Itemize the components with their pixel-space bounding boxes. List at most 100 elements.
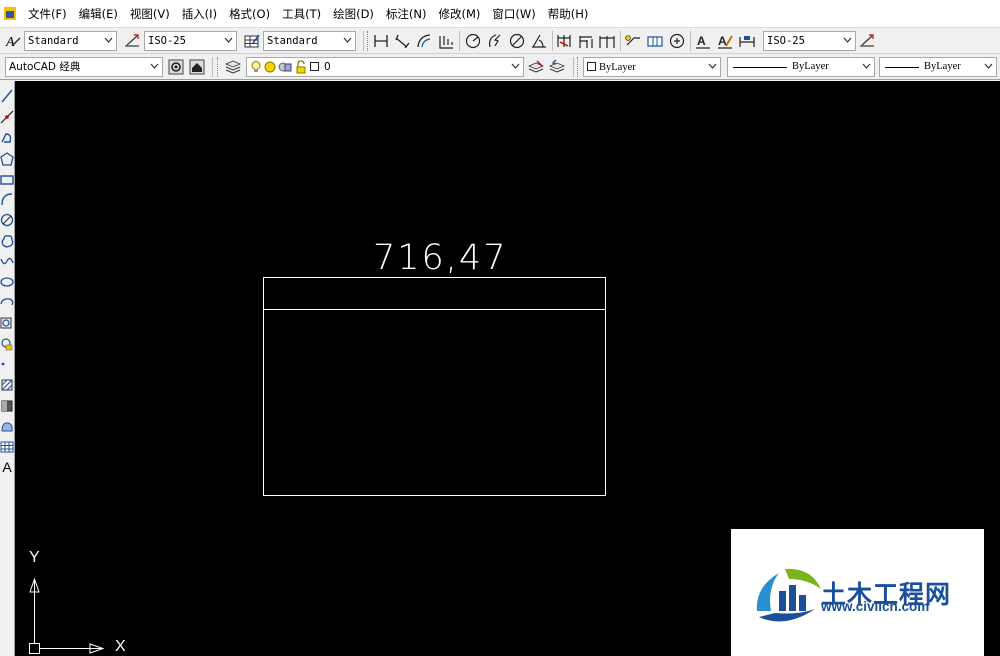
polyline-icon[interactable] bbox=[0, 130, 14, 146]
polygon-icon[interactable] bbox=[0, 151, 14, 167]
menu-view[interactable]: 视图(V) bbox=[124, 3, 176, 25]
diameter-dimension-icon[interactable] bbox=[508, 32, 526, 50]
ellipse-arc-icon[interactable] bbox=[0, 295, 14, 311]
toolbar-separator bbox=[690, 31, 691, 51]
toolbar-grip[interactable] bbox=[217, 57, 220, 77]
dimension-text-edit-icon[interactable]: A bbox=[716, 32, 734, 50]
angular-dimension-icon[interactable] bbox=[530, 32, 548, 50]
linetype-control-select[interactable]: ByLayer bbox=[727, 57, 875, 77]
menu-file[interactable]: 文件(F) bbox=[22, 3, 73, 25]
menu-insert[interactable]: 插入(I) bbox=[176, 3, 223, 25]
menu-format[interactable]: 格式(O) bbox=[223, 3, 276, 25]
my-workspace-icon[interactable] bbox=[188, 58, 206, 76]
circle-icon[interactable] bbox=[0, 212, 14, 228]
layer-properties-icon[interactable] bbox=[224, 58, 242, 76]
toolbar-grip[interactable] bbox=[577, 57, 580, 77]
layer-lock-icon bbox=[295, 60, 307, 76]
point-icon[interactable] bbox=[0, 356, 14, 372]
rectangle-outline[interactable] bbox=[263, 277, 606, 496]
radius-dimension-icon[interactable] bbox=[464, 32, 482, 50]
toolbar-separator bbox=[573, 57, 574, 77]
menu-bar: 文件(F) 编辑(E) 视图(V) 插入(I) 格式(O) 工具(T) 绘图(D… bbox=[0, 0, 1000, 28]
rectangle-icon[interactable] bbox=[0, 172, 14, 188]
color-swatch bbox=[587, 62, 596, 71]
table-style-icon[interactable] bbox=[243, 32, 261, 50]
layer-previous-icon[interactable] bbox=[548, 58, 566, 76]
dimension-edit-icon[interactable]: A bbox=[694, 32, 712, 50]
ucs-x-label: X bbox=[115, 638, 126, 655]
menu-dimension[interactable]: 标注(N) bbox=[380, 3, 433, 25]
ucs-icon bbox=[29, 577, 105, 654]
quick-leader-icon[interactable] bbox=[624, 32, 642, 50]
text-style-select[interactable]: Standard bbox=[24, 31, 117, 51]
center-mark-icon[interactable] bbox=[668, 32, 686, 50]
dimension-update-icon[interactable] bbox=[738, 32, 756, 50]
make-object-layer-current-icon[interactable] bbox=[527, 58, 545, 76]
arc-icon[interactable] bbox=[0, 191, 14, 207]
line-icon[interactable] bbox=[0, 88, 14, 104]
layer-select[interactable]: 0 bbox=[246, 57, 524, 77]
dimension-style-manager-icon[interactable] bbox=[858, 32, 876, 50]
ordinate-dimension-icon[interactable] bbox=[437, 32, 455, 50]
continue-dimension-icon[interactable] bbox=[598, 32, 616, 50]
insert-block-icon[interactable] bbox=[0, 315, 14, 331]
toolbar-separator bbox=[459, 31, 460, 51]
chevron-down-icon bbox=[511, 62, 520, 71]
menu-window[interactable]: 窗口(W) bbox=[486, 3, 541, 25]
text-style-icon[interactable]: A bbox=[4, 32, 22, 50]
chevron-down-icon bbox=[862, 62, 871, 71]
watermark-url: www.civilcn.com bbox=[821, 599, 930, 614]
autocad-app-icon[interactable] bbox=[4, 7, 16, 20]
toolbar-separator bbox=[552, 31, 553, 51]
multileader-style-select[interactable]: ISO-25 bbox=[763, 31, 856, 51]
hatch-icon[interactable] bbox=[0, 377, 14, 393]
color-control-select[interactable]: ByLayer bbox=[583, 57, 721, 77]
layer-thaw-icon bbox=[264, 61, 276, 76]
dimension-style-select[interactable]: ISO-25 bbox=[144, 31, 237, 51]
workspace-settings-icon[interactable] bbox=[167, 58, 185, 76]
chevron-down-icon bbox=[150, 62, 159, 71]
draw-toolbar: A bbox=[0, 81, 15, 656]
menu-modify[interactable]: 修改(M) bbox=[433, 3, 487, 25]
chevron-down-icon bbox=[708, 62, 717, 71]
linear-dimension-icon[interactable] bbox=[372, 32, 390, 50]
menu-help[interactable]: 帮助(H) bbox=[542, 3, 595, 25]
gradient-icon[interactable] bbox=[0, 398, 14, 414]
workspace-select[interactable]: AutoCAD 经典 bbox=[5, 57, 163, 77]
spline-icon[interactable] bbox=[0, 253, 14, 269]
layer-on-icon bbox=[250, 60, 262, 76]
toolbar-grip[interactable] bbox=[367, 31, 370, 51]
revision-cloud-icon[interactable] bbox=[0, 233, 14, 249]
svg-text:A: A bbox=[697, 34, 706, 48]
multiline-text-icon[interactable]: A bbox=[0, 459, 14, 475]
region-icon[interactable] bbox=[0, 419, 14, 435]
quick-dimension-icon[interactable] bbox=[556, 32, 574, 50]
construction-line-icon[interactable] bbox=[0, 109, 14, 125]
table-style-select[interactable]: Standard bbox=[263, 31, 356, 51]
baseline-dimension-icon[interactable] bbox=[577, 32, 595, 50]
arc-length-icon[interactable] bbox=[415, 32, 433, 50]
ellipse-icon[interactable] bbox=[0, 274, 14, 290]
tolerance-icon[interactable] bbox=[646, 32, 664, 50]
layer-name: 0 bbox=[324, 61, 331, 73]
civilcn-logo-icon bbox=[756, 568, 821, 622]
dimension-style-icon[interactable] bbox=[123, 32, 141, 50]
menu-tools[interactable]: 工具(T) bbox=[276, 3, 327, 25]
lineweight-control-select[interactable]: ByLayer bbox=[879, 57, 997, 77]
chevron-down-icon bbox=[843, 36, 852, 45]
aligned-dimension-icon[interactable] bbox=[393, 32, 411, 50]
lineweight-preview bbox=[885, 67, 919, 68]
chevron-down-icon bbox=[224, 36, 233, 45]
table-icon[interactable] bbox=[0, 439, 14, 455]
ucs-y-label: Y bbox=[29, 549, 40, 566]
watermark: 土木工程网 www.civilcn.com bbox=[731, 529, 984, 656]
chevron-down-icon bbox=[984, 62, 993, 71]
menu-draw[interactable]: 绘图(D) bbox=[327, 3, 380, 25]
make-block-icon[interactable] bbox=[0, 336, 14, 352]
chevron-down-icon bbox=[104, 36, 113, 45]
svg-text:A: A bbox=[718, 34, 727, 48]
jogged-dimension-icon[interactable] bbox=[486, 32, 504, 50]
layer-color-swatch bbox=[310, 62, 319, 71]
dimension-text[interactable]: 716,47 bbox=[373, 238, 513, 278]
menu-edit[interactable]: 编辑(E) bbox=[73, 3, 124, 25]
